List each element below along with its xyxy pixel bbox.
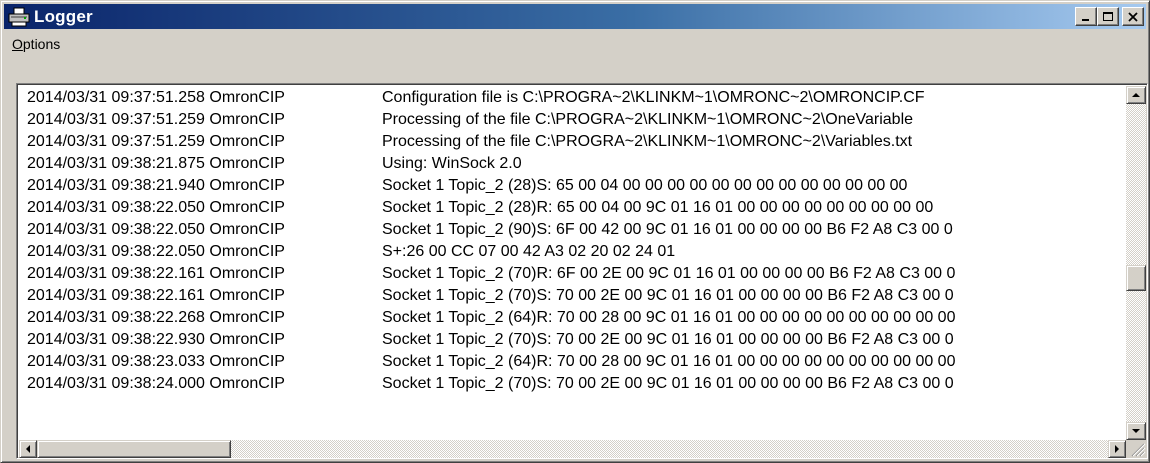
- log-line[interactable]: 2014/03/31 09:38:22.050 OmronCIP S+:26 00…: [27, 241, 675, 263]
- close-icon: [1128, 11, 1138, 22]
- log-line[interactable]: 2014/03/31 09:37:51.259 OmronCIP Processi…: [27, 131, 912, 153]
- log-timestamp: 2014/03/31 09:38:22.268 OmronCIP: [27, 309, 285, 326]
- log-message: Socket 1 Topic_2 (64)R: 70 00 28 00 9C 0…: [382, 353, 956, 370]
- log-message: Socket 1 Topic_2 (70)S: 70 00 2E 00 9C 0…: [382, 375, 954, 392]
- log-timestamp: 2014/03/31 09:38:22.050 OmronCIP: [27, 221, 285, 238]
- log-line[interactable]: 2014/03/31 09:38:22.050 OmronCIP Socket 1…: [27, 197, 933, 219]
- scroll-up-button[interactable]: [1126, 86, 1146, 104]
- log-message: Using: WinSock 2.0: [382, 155, 522, 172]
- scroll-left-button[interactable]: [19, 440, 37, 458]
- log-timestamp: 2014/03/31 09:38:23.033 OmronCIP: [27, 353, 285, 370]
- log-message: Socket 1 Topic_2 (28)R: 65 00 04 00 9C 0…: [382, 199, 934, 216]
- log-message: Socket 1 Topic_2 (28)S: 65 00 04 00 00 0…: [382, 177, 908, 194]
- log-timestamp: 2014/03/31 09:37:51.259 OmronCIP: [27, 111, 285, 128]
- arrow-down-icon: [1132, 429, 1140, 433]
- menu-bar: Options: [4, 31, 1146, 57]
- log-timestamp: 2014/03/31 09:38:22.161 OmronCIP: [27, 287, 285, 304]
- log-timestamp: 2014/03/31 09:38:22.050 OmronCIP: [27, 243, 285, 260]
- window-title: Logger: [34, 6, 93, 26]
- maximize-button[interactable]: [1097, 7, 1119, 26]
- logger-window: Logger Options 2014/03/31 09:37:51.258 O…: [0, 0, 1150, 463]
- scroll-right-button[interactable]: [1108, 440, 1126, 458]
- maximize-icon: [1103, 11, 1113, 21]
- vertical-scrollbar[interactable]: [1126, 86, 1146, 440]
- log-timestamp: 2014/03/31 09:38:21.875 OmronCIP: [27, 155, 285, 172]
- resize-grip-icon: [1131, 443, 1146, 457]
- log-timestamp: 2014/03/31 09:38:21.940 OmronCIP: [27, 177, 285, 194]
- log-line[interactable]: 2014/03/31 09:38:22.161 OmronCIP Socket 1…: [27, 263, 955, 285]
- log-message: Configuration file is C:\PROGRA~2\KLINKM…: [382, 89, 925, 106]
- log-line[interactable]: 2014/03/31 09:38:22.268 OmronCIP Socket 1…: [27, 307, 955, 329]
- arrow-left-icon: [26, 445, 30, 453]
- log-line[interactable]: 2014/03/31 09:37:51.258 OmronCIP Configur…: [27, 87, 925, 109]
- printer-icon: [8, 7, 30, 26]
- log-message: Socket 1 Topic_2 (70)R: 6F 00 2E 00 9C 0…: [382, 265, 956, 282]
- horizontal-scrollbar[interactable]: [19, 440, 1126, 458]
- log-message: Socket 1 Topic_2 (90)S: 6F 00 42 00 9C 0…: [382, 221, 953, 238]
- close-button[interactable]: [1122, 7, 1144, 26]
- minimize-icon: [1082, 18, 1089, 21]
- log-line[interactable]: 2014/03/31 09:38:23.033 OmronCIP Socket 1…: [27, 351, 955, 373]
- log-timestamp: 2014/03/31 09:38:24.000 OmronCIP: [27, 375, 285, 392]
- caption-buttons: [1075, 7, 1144, 26]
- log-timestamp: 2014/03/31 09:38:22.930 OmronCIP: [27, 331, 285, 348]
- log-panel: 2014/03/31 09:37:51.258 OmronCIP Configur…: [16, 83, 1148, 459]
- log-message: Processing of the file C:\PROGRA~2\KLINK…: [382, 111, 914, 128]
- arrow-up-icon: [1132, 93, 1140, 97]
- log-timestamp: 2014/03/31 09:38:22.161 OmronCIP: [27, 265, 285, 282]
- size-grip[interactable]: [1126, 440, 1146, 458]
- log-message: Socket 1 Topic_2 (70)S: 70 00 2E 00 9C 0…: [382, 331, 954, 348]
- menu-options-label: ptions: [22, 36, 61, 52]
- horizontal-scroll-thumb[interactable]: [37, 440, 231, 458]
- log-message: Processing of the file C:\PROGRA~2\KLINK…: [382, 133, 913, 150]
- title-bar[interactable]: Logger: [4, 4, 1146, 29]
- menu-options-mnemonic: O: [12, 36, 23, 52]
- log-message: Socket 1 Topic_2 (70)S: 70 00 2E 00 9C 0…: [382, 287, 954, 304]
- scroll-down-button[interactable]: [1126, 422, 1146, 440]
- log-line[interactable]: 2014/03/31 09:37:51.259 OmronCIP Processi…: [27, 109, 913, 131]
- log-line[interactable]: 2014/03/31 09:38:22.930 OmronCIP Socket 1…: [27, 329, 954, 351]
- log-list[interactable]: 2014/03/31 09:37:51.258 OmronCIP Configur…: [19, 86, 1126, 440]
- log-message: S+:26 00 CC 07 00 42 A3 02 20 02 24 01: [382, 243, 676, 260]
- log-timestamp: 2014/03/31 09:37:51.259 OmronCIP: [27, 133, 285, 150]
- arrow-right-icon: [1115, 445, 1119, 453]
- log-line[interactable]: 2014/03/31 09:38:24.000 OmronCIP Socket 1…: [27, 373, 954, 395]
- log-line[interactable]: 2014/03/31 09:38:22.050 OmronCIP Socket 1…: [27, 219, 953, 241]
- log-timestamp: 2014/03/31 09:37:51.258 OmronCIP: [27, 89, 285, 106]
- log-line[interactable]: 2014/03/31 09:38:22.161 OmronCIP Socket 1…: [27, 285, 954, 307]
- log-line[interactable]: 2014/03/31 09:38:21.875 OmronCIP Using: W…: [27, 153, 522, 175]
- log-timestamp: 2014/03/31 09:38:22.050 OmronCIP: [27, 199, 285, 216]
- vertical-scroll-thumb[interactable]: [1126, 264, 1146, 291]
- minimize-button[interactable]: [1075, 7, 1097, 26]
- log-line[interactable]: 2014/03/31 09:38:21.940 OmronCIP Socket 1…: [27, 175, 907, 197]
- menu-options[interactable]: Options: [4, 36, 68, 52]
- log-message: Socket 1 Topic_2 (64)R: 70 00 28 00 9C 0…: [382, 309, 956, 326]
